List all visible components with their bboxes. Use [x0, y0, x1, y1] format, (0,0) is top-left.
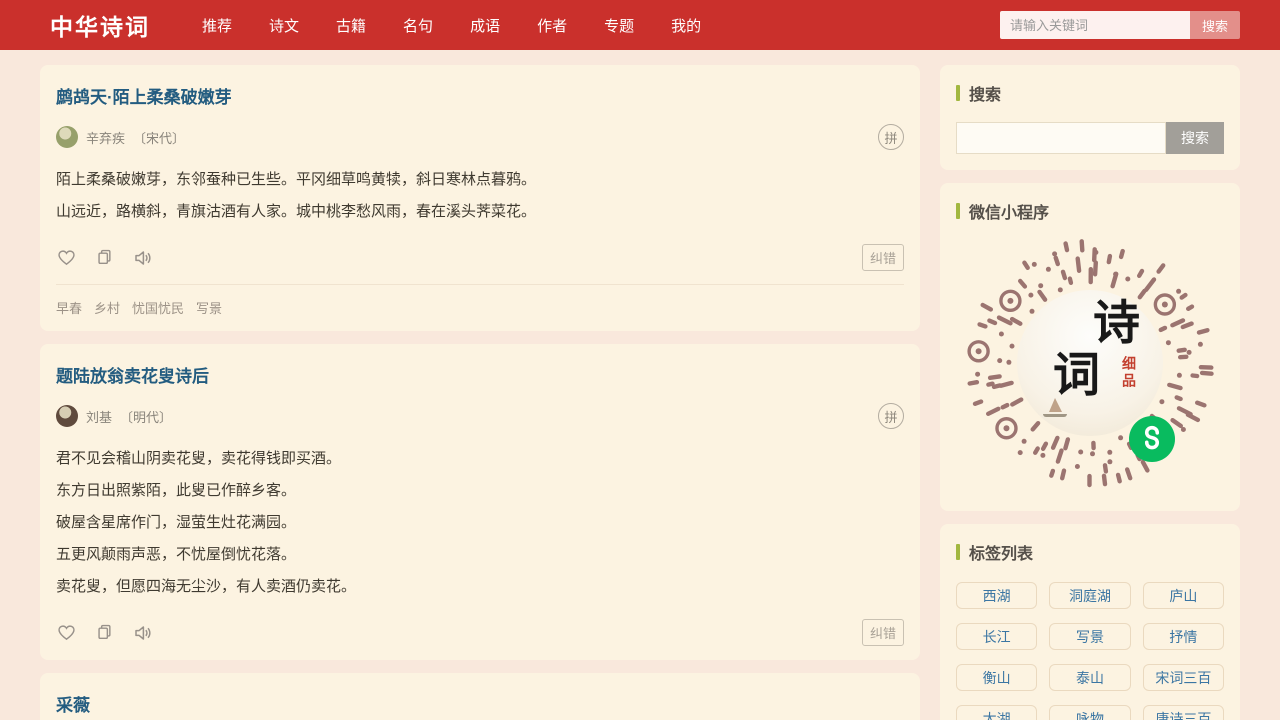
miniprogram-title-text: 微信小程序 [969, 199, 1049, 223]
sidebar-tag-button[interactable]: 写景 [1049, 623, 1130, 650]
poem-card: 采薇佚名〔先秦〕拼 [40, 673, 920, 720]
qr-seal-text: 细品 [1119, 356, 1139, 390]
poem-tag[interactable]: 早春 [56, 298, 82, 317]
poem-line: 东方日出照紫陌，此叟已作醉乡客。 [56, 475, 904, 507]
sidebar-tag-button[interactable]: 庐山 [1143, 582, 1224, 609]
sidebar-search-input[interactable] [956, 122, 1166, 154]
wechat-logo-icon [1129, 416, 1175, 462]
tag-list-title: 标签列表 [956, 540, 1224, 564]
poem-line: 君不见会稽山阴卖花叟，卖花得钱即买酒。 [56, 443, 904, 475]
report-error-button[interactable]: 纠错 [862, 244, 904, 271]
poem-title[interactable]: 鹧鸪天·陌上柔桑破嫩芽 [56, 83, 904, 108]
poem-dynasty: 〔明代〕 [120, 407, 172, 426]
nav-item-books[interactable]: 古籍 [336, 15, 366, 36]
miniprogram-title: 微信小程序 [956, 199, 1224, 223]
nav-item-idioms[interactable]: 成语 [470, 15, 500, 36]
qr-center-image: 诗 词 细品 [1017, 290, 1163, 436]
wechat-miniprogram-qr-code: 诗 词 细品 [970, 243, 1210, 483]
tag-list-card: 标签列表 西湖洞庭湖庐山长江写景抒情衡山泰山宋词三百太湖咏物唐诗三百 [940, 524, 1240, 720]
sidebar-tag-button[interactable]: 衡山 [956, 664, 1037, 691]
page-body: 鹧鸪天·陌上柔桑破嫩芽辛弃疾〔宋代〕拼陌上柔桑破嫩芽，东邻蚕种已生些。平冈细草鸣… [0, 50, 1280, 720]
sidebar-tag-button[interactable]: 太湖 [956, 705, 1037, 720]
main-nav: 推荐 诗文 古籍 名句 成语 作者 专题 我的 [202, 15, 701, 36]
section-accent-bar [956, 203, 960, 219]
author-avatar[interactable] [56, 405, 78, 427]
poem-line: 破屋含星席作门，湿萤生灶花满园。 [56, 507, 904, 539]
sidebar-tag-button[interactable]: 长江 [956, 623, 1037, 650]
nav-item-topics[interactable]: 专题 [604, 15, 634, 36]
author-row: 辛弃疾〔宋代〕 拼 [56, 124, 904, 150]
copy-icon[interactable] [94, 622, 115, 643]
sidebar-tag-button[interactable]: 唐诗三百 [1143, 705, 1224, 720]
pinyin-toggle-icon[interactable]: 拼 [878, 403, 904, 429]
poem-author[interactable]: 辛弃疾 [86, 128, 125, 147]
pinyin-toggle-icon[interactable]: 拼 [878, 124, 904, 150]
poem-card: 题陆放翁卖花叟诗后刘基〔明代〕 拼君不见会稽山阴卖花叟，卖花得钱即买酒。东方日出照… [40, 344, 920, 660]
tag-grid: 西湖洞庭湖庐山长江写景抒情衡山泰山宋词三百太湖咏物唐诗三百 [956, 582, 1224, 720]
poem-line: 陌上柔桑破嫩芽，东邻蚕种已生些。平冈细草鸣黄犊，斜日寒林点暮鸦。 [56, 164, 904, 196]
poem-actions: 纠错 [56, 619, 904, 646]
poem-dynasty: 〔宋代〕 [133, 128, 185, 147]
author-avatar[interactable] [56, 126, 78, 148]
navbar-search-button[interactable]: 搜索 [1190, 11, 1240, 39]
report-error-button[interactable]: 纠错 [862, 619, 904, 646]
poem-card: 鹧鸪天·陌上柔桑破嫩芽辛弃疾〔宋代〕 拼陌上柔桑破嫩芽，东邻蚕种已生些。平冈细草鸣… [40, 65, 920, 331]
boat-sail-art [1049, 398, 1062, 412]
nav-item-recommend[interactable]: 推荐 [202, 15, 232, 36]
author-row: 刘基〔明代〕 拼 [56, 403, 904, 429]
poem-body: 陌上柔桑破嫩芽，东邻蚕种已生些。平冈细草鸣黄犊，斜日寒林点暮鸦。山远近，路横斜，… [56, 164, 904, 228]
nav-item-authors[interactable]: 作者 [537, 15, 567, 36]
qr-calligraphy-char: 诗 [1093, 300, 1140, 347]
poem-tag-row: 早春乡村忧国忧民写景 [56, 285, 904, 317]
miniprogram-card: 微信小程序 诗 词 细品 [940, 183, 1240, 511]
navbar-search-input[interactable] [1000, 11, 1190, 39]
qr-calligraphy-char: 词 [1053, 352, 1100, 399]
sidebar: 搜索 搜索 微信小程序 诗 词 细品 [940, 65, 1240, 720]
sidebar-search-title: 搜索 [956, 81, 1224, 105]
sidebar-tag-button[interactable]: 抒情 [1143, 623, 1224, 650]
navbar-search: 搜索 [1000, 11, 1240, 39]
nav-item-poems[interactable]: 诗文 [269, 15, 299, 36]
speaker-icon[interactable] [132, 247, 154, 269]
poem-tag[interactable]: 忧国忧民 [132, 298, 184, 317]
poem-tag[interactable]: 写景 [196, 298, 222, 317]
sidebar-tag-button[interactable]: 洞庭湖 [1049, 582, 1130, 609]
sidebar-tag-button[interactable]: 宋词三百 [1143, 664, 1224, 691]
section-accent-bar [956, 85, 960, 101]
poem-line: 五更风颠雨声恶，不忧屋倒忧花落。 [56, 539, 904, 571]
poem-list: 鹧鸪天·陌上柔桑破嫩芽辛弃疾〔宋代〕拼陌上柔桑破嫩芽，东邻蚕种已生些。平冈细草鸣… [40, 65, 920, 720]
section-accent-bar [956, 544, 960, 560]
poem-title[interactable]: 题陆放翁卖花叟诗后 [56, 362, 904, 387]
poem-line: 山远近，路横斜，青旗沽酒有人家。城中桃李愁风雨，春在溪头荠菜花。 [56, 196, 904, 228]
poem-line: 卖花叟，但愿四海无尘沙，有人卖酒仍卖花。 [56, 571, 904, 603]
heart-icon[interactable] [56, 247, 77, 268]
nav-item-quotes[interactable]: 名句 [403, 15, 433, 36]
navbar: 中华诗词 推荐 诗文 古籍 名句 成语 作者 专题 我的 搜索 [0, 0, 1280, 50]
sidebar-search-button[interactable]: 搜索 [1166, 122, 1224, 154]
heart-icon[interactable] [56, 622, 77, 643]
sidebar-tag-button[interactable]: 咏物 [1049, 705, 1130, 720]
boat-hull-art [1043, 414, 1067, 417]
sidebar-tag-button[interactable]: 西湖 [956, 582, 1037, 609]
poem-title[interactable]: 采薇 [56, 691, 904, 716]
sidebar-tag-button[interactable]: 泰山 [1049, 664, 1130, 691]
sidebar-search-title-text: 搜索 [969, 81, 1001, 105]
site-logo[interactable]: 中华诗词 [50, 8, 150, 42]
speaker-icon[interactable] [132, 622, 154, 644]
poem-tag[interactable]: 乡村 [94, 298, 120, 317]
copy-icon[interactable] [94, 247, 115, 268]
nav-item-mine[interactable]: 我的 [671, 15, 701, 36]
poem-actions: 纠错 [56, 244, 904, 271]
tag-list-title-text: 标签列表 [969, 540, 1033, 564]
sidebar-search-card: 搜索 搜索 [940, 65, 1240, 170]
poem-body: 君不见会稽山阴卖花叟，卖花得钱即买酒。东方日出照紫陌，此叟已作醉乡客。破屋含星席… [56, 443, 904, 603]
poem-author[interactable]: 刘基 [86, 407, 112, 426]
